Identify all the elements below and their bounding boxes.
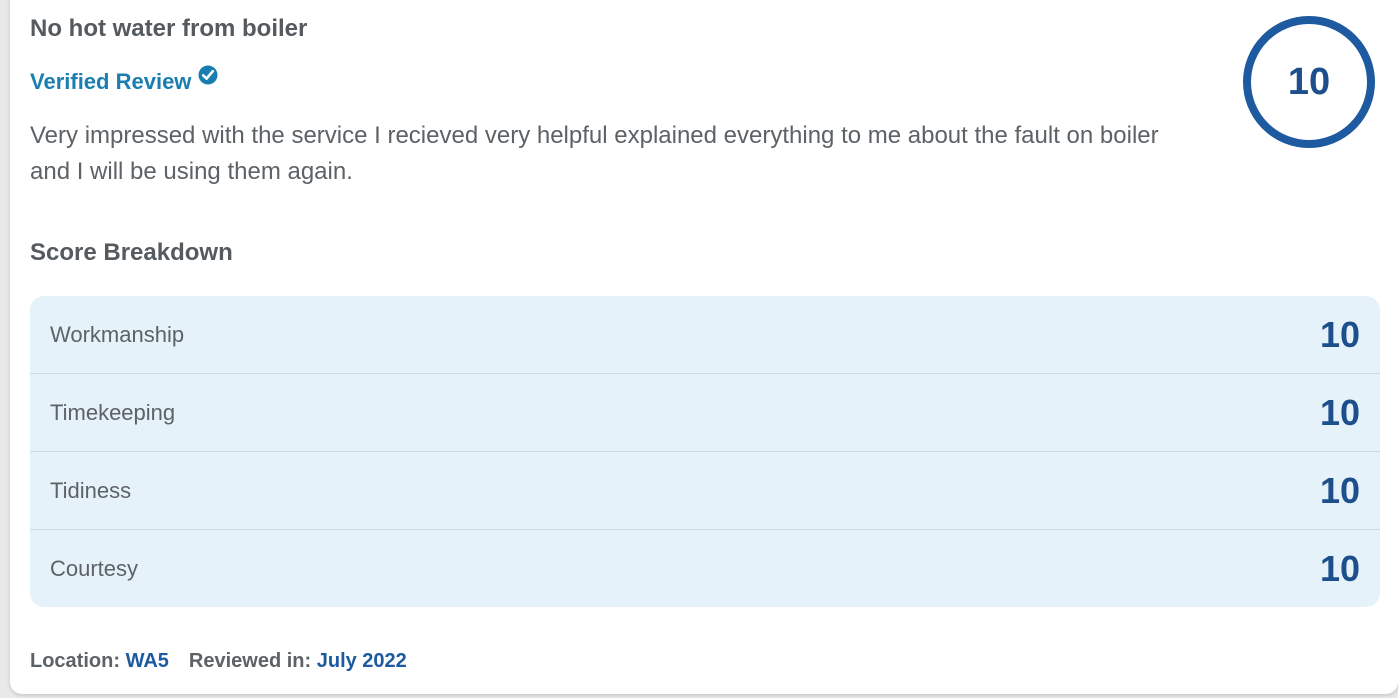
breakdown-row-tidiness: Tidiness 10 bbox=[30, 452, 1380, 530]
breakdown-label: Tidiness bbox=[50, 477, 132, 503]
breakdown-score: 10 bbox=[1319, 313, 1360, 355]
reviewed-in-info: Reviewed in: July 2022 bbox=[189, 650, 407, 673]
location-value: WA5 bbox=[125, 650, 169, 672]
score-breakdown-table: Workmanship 10 Timekeeping 10 Tidiness 1… bbox=[30, 296, 1380, 607]
score-breakdown-heading: Score Breakdown bbox=[30, 239, 233, 266]
breakdown-row-timekeeping: Timekeeping 10 bbox=[30, 374, 1380, 452]
verified-check-icon bbox=[198, 65, 218, 85]
breakdown-score: 10 bbox=[1319, 469, 1360, 511]
overall-score-ring: 10 bbox=[1243, 16, 1375, 148]
breakdown-score: 10 bbox=[1319, 391, 1360, 433]
breakdown-row-courtesy: Courtesy 10 bbox=[30, 530, 1380, 607]
overall-score-value: 10 bbox=[1287, 60, 1331, 103]
verified-review-label: Verified Review bbox=[30, 69, 192, 94]
reviewed-in-value: July 2022 bbox=[316, 650, 407, 672]
review-title: No hot water from boiler bbox=[30, 15, 308, 42]
breakdown-label: Courtesy bbox=[50, 555, 139, 581]
breakdown-label: Workmanship bbox=[50, 321, 185, 347]
review-body: Very impressed with the service I reciev… bbox=[30, 122, 1159, 185]
location-info: Location: WA5 bbox=[30, 650, 169, 673]
verified-review-badge: Verified Review bbox=[30, 65, 218, 95]
location-label: Location: bbox=[30, 650, 120, 672]
review-meta: Location: WA5 Reviewed in: July 2022 bbox=[30, 650, 407, 673]
breakdown-score: 10 bbox=[1319, 547, 1360, 589]
review-card: No hot water from boiler Verified Review… bbox=[10, 0, 1398, 694]
breakdown-label: Timekeeping bbox=[50, 399, 176, 425]
breakdown-row-workmanship: Workmanship 10 bbox=[30, 296, 1380, 374]
reviewed-in-label: Reviewed in: bbox=[188, 650, 312, 672]
